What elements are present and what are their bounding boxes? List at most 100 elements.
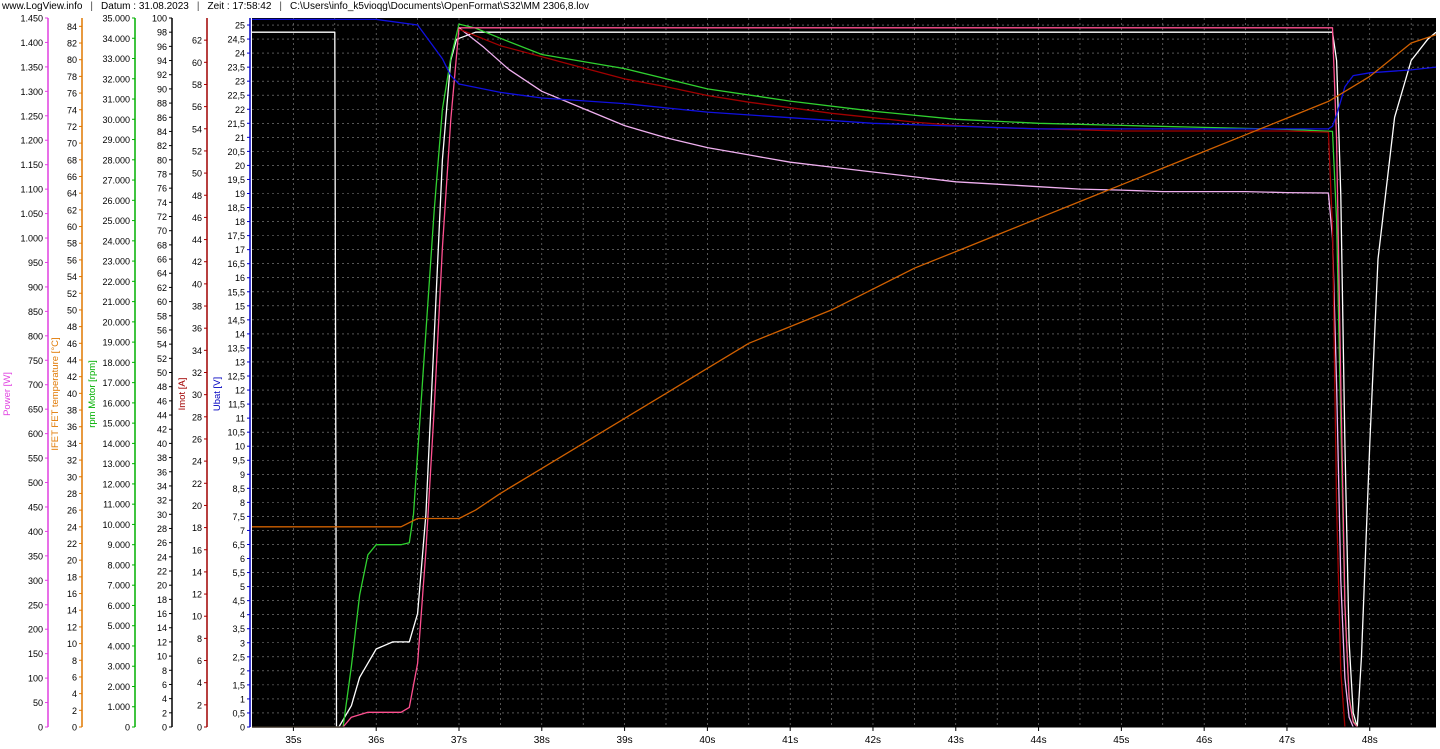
x-tick-label: 48s bbox=[1362, 735, 1378, 746]
y-tick-label-power: 950 bbox=[28, 258, 43, 268]
y-tick-label-ubat: 1 bbox=[240, 694, 245, 704]
y-tick-label-imot: 58 bbox=[192, 80, 202, 90]
y-tick-label-throttle: 76 bbox=[157, 184, 167, 194]
y-tick-label-rpm: 13.000 bbox=[102, 459, 130, 469]
y-tick-label-imot: 24 bbox=[192, 457, 202, 467]
y-tick-label-ubat: 12 bbox=[235, 386, 245, 396]
y-tick-label-throttle: 34 bbox=[157, 481, 167, 491]
y-tick-label-ubat: 11,5 bbox=[228, 400, 245, 410]
y-tick-label-ubat: 22,5 bbox=[227, 91, 245, 101]
y-tick-label-throttle: 16 bbox=[157, 609, 167, 619]
y-tick-label-throttle: 10 bbox=[157, 652, 167, 662]
y-tick-label-rpm: 23.000 bbox=[102, 257, 130, 267]
y-tick-label-rpm: 6.000 bbox=[107, 601, 130, 611]
y-tick-label-imot: 14 bbox=[192, 567, 202, 577]
y-tick-label-temp: 58 bbox=[67, 239, 77, 249]
y-tick-label-power: 550 bbox=[28, 454, 43, 464]
y-axis-title-rpm: rpm Motor [rpm] bbox=[87, 360, 98, 428]
y-tick-label-ubat: 10 bbox=[235, 442, 245, 452]
y-tick-label-rpm: 4.000 bbox=[107, 641, 130, 651]
y-tick-label-rpm: 15.000 bbox=[102, 419, 130, 429]
y-axis-title-power: Power [W] bbox=[2, 372, 13, 416]
y-tick-label-temp: 28 bbox=[67, 489, 77, 499]
y-tick-label-rpm: 26.000 bbox=[102, 196, 130, 206]
y-tick-label-throttle: 26 bbox=[157, 538, 167, 548]
y-tick-label-power: 150 bbox=[28, 649, 43, 659]
y-tick-label-power: 900 bbox=[28, 282, 43, 292]
y-tick-label-rpm: 18.000 bbox=[102, 358, 130, 368]
y-tick-label-throttle: 12 bbox=[157, 637, 167, 647]
y-tick-label-ubat: 22 bbox=[235, 105, 245, 115]
y-tick-label-ubat: 17 bbox=[235, 245, 245, 255]
y-tick-label-ubat: 20 bbox=[235, 161, 245, 171]
x-tick-label: 42s bbox=[865, 735, 881, 746]
y-tick-label-rpm: 33.000 bbox=[102, 54, 130, 64]
y-tick-label-ubat: 12,5 bbox=[227, 372, 245, 382]
y-tick-label-temp: 24 bbox=[67, 522, 77, 532]
y-tick-label-rpm: 34.000 bbox=[102, 34, 130, 44]
y-tick-label-ubat: 24,5 bbox=[227, 35, 245, 45]
header-file-path: C:\Users\info_k5vioqg\Documents\OpenForm… bbox=[290, 1, 590, 12]
y-tick-label-temp: 82 bbox=[67, 39, 77, 49]
y-tick-label-ubat: 14,5 bbox=[227, 315, 245, 325]
y-tick-label-ubat: 16 bbox=[235, 273, 245, 283]
y-tick-label-imot: 34 bbox=[192, 346, 202, 356]
y-tick-label-ubat: 24 bbox=[235, 49, 245, 59]
x-tick-label: 43s bbox=[948, 735, 964, 746]
y-tick-label-ubat: 23 bbox=[235, 77, 245, 87]
x-tick-label: 35s bbox=[285, 735, 301, 746]
y-tick-label-power: 650 bbox=[28, 405, 43, 415]
y-tick-label-temp: 48 bbox=[67, 322, 77, 332]
x-tick-label: 46s bbox=[1196, 735, 1212, 746]
y-tick-label-temp: 20 bbox=[67, 556, 77, 566]
y-tick-label-throttle: 96 bbox=[157, 42, 167, 52]
y-tick-label-throttle: 58 bbox=[157, 311, 167, 321]
y-tick-label-rpm: 25.000 bbox=[102, 216, 130, 226]
y-tick-label-throttle: 78 bbox=[157, 169, 167, 179]
y-tick-label-ubat: 8 bbox=[240, 498, 245, 508]
y-tick-label-rpm: 24.000 bbox=[102, 236, 130, 246]
y-tick-label-throttle: 48 bbox=[157, 382, 167, 392]
y-tick-label-temp: 10 bbox=[67, 639, 77, 649]
y-tick-label-imot: 44 bbox=[192, 235, 202, 245]
y-tick-label-rpm: 35.000 bbox=[102, 14, 130, 24]
y-tick-label-imot: 32 bbox=[192, 368, 202, 378]
x-axis: 35s 36s 37s 38s 39s 40s 41s 42s 43s 44s 45s 46s 47s 4… bbox=[252, 726, 1436, 746]
y-tick-label-throttle: 92 bbox=[157, 70, 167, 80]
y-tick-label-power: 1.200 bbox=[20, 136, 43, 146]
y-tick-label-ubat: 25 bbox=[235, 21, 245, 31]
y-tick-label-rpm: 17.000 bbox=[102, 378, 130, 388]
y-tick-label-rpm: 28.000 bbox=[102, 155, 130, 165]
y-tick-label-ubat: 16,5 bbox=[227, 259, 245, 269]
y-tick-label-imot: 48 bbox=[192, 191, 202, 201]
y-tick-label-temp: 6 bbox=[72, 672, 77, 682]
y-tick-label-temp: 18 bbox=[67, 572, 77, 582]
y-tick-label-ubat: 5,5 bbox=[232, 568, 245, 578]
y-tick-label-power: 1.050 bbox=[20, 209, 43, 219]
y-tick-label-ubat: 5 bbox=[240, 582, 245, 592]
y-tick-label-throttle: 18 bbox=[157, 595, 167, 605]
y-tick-label-imot: 40 bbox=[192, 279, 202, 289]
y-tick-label-throttle: 0 bbox=[162, 723, 167, 733]
y-tick-label-imot: 56 bbox=[192, 102, 202, 112]
y-tick-label-imot: 30 bbox=[192, 390, 202, 400]
y-tick-label-temp: 4 bbox=[72, 689, 77, 699]
y-tick-label-ubat: 7 bbox=[240, 526, 245, 536]
y-tick-label-ubat: 11 bbox=[236, 414, 245, 424]
y-tick-label-ubat: 9,5 bbox=[232, 456, 245, 466]
y-tick-label-rpm: 2.000 bbox=[107, 682, 130, 692]
y-tick-label-temp: 2 bbox=[72, 706, 77, 716]
y-tick-label-temp: 42 bbox=[67, 372, 77, 382]
y-tick-label-temp: 76 bbox=[67, 89, 77, 99]
y-tick-label-rpm: 1.000 bbox=[107, 702, 130, 712]
y-tick-label-temp: 40 bbox=[67, 389, 77, 399]
y-tick-label-rpm: 19.000 bbox=[102, 338, 130, 348]
y-tick-label-imot: 60 bbox=[192, 58, 202, 68]
y-tick-label-rpm: 7.000 bbox=[107, 581, 130, 591]
y-tick-label-throttle: 40 bbox=[157, 439, 167, 449]
y-tick-label-power: 1.300 bbox=[20, 87, 43, 97]
y-axis-power: 0 50 100 150 200 250 300 350 400 450 500 550 600 650 7… bbox=[2, 14, 49, 733]
y-tick-label-ubat: 0,5 bbox=[232, 708, 245, 718]
y-tick-label-temp: 34 bbox=[67, 439, 77, 449]
y-tick-label-power: 0 bbox=[38, 723, 43, 733]
